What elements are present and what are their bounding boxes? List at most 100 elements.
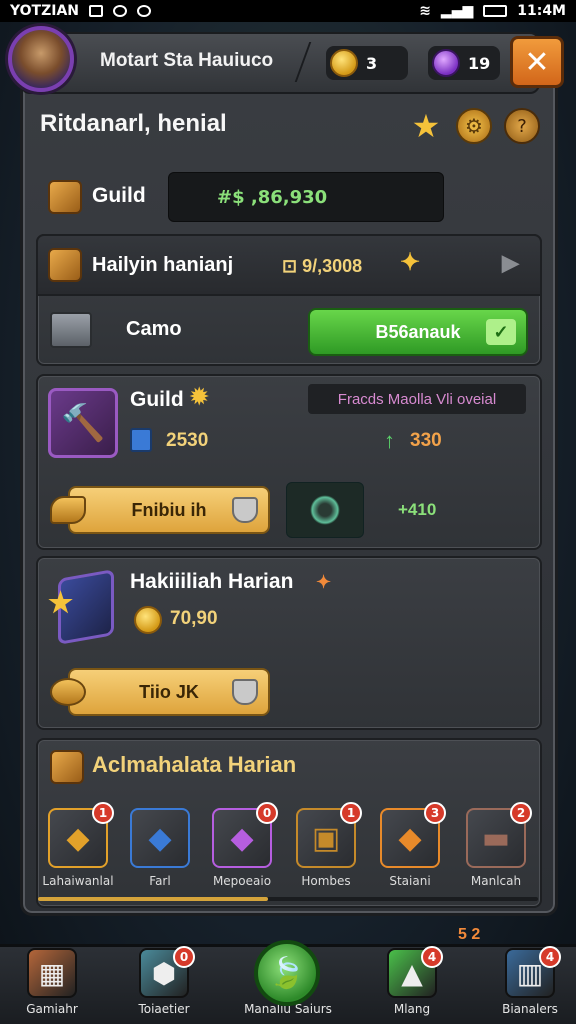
section-guild-title: Guild <box>130 388 184 411</box>
rewards-progress-fill <box>38 897 268 901</box>
wing-icon <box>50 496 86 524</box>
sparkle-icon: ✦ <box>400 249 421 276</box>
guild-value: #$ ,86,930 <box>217 186 328 208</box>
shield-icon <box>232 497 258 523</box>
notification-icon <box>89 5 104 17</box>
status-time: 11:4M <box>517 3 566 19</box>
top-bar-title: Motart Sta Hauiuco <box>100 50 274 71</box>
player-avatar[interactable] <box>8 26 74 92</box>
leaf-icon: 🍃 <box>268 955 306 991</box>
nav-label: Bianalers <box>502 1002 558 1016</box>
swirl-icon <box>310 495 340 525</box>
reward-badge: 2 <box>510 802 532 824</box>
battery-icon <box>483 5 508 17</box>
reward-badge: 3 <box>424 802 446 824</box>
reward-label: Staiani <box>389 874 431 888</box>
nav-item-5[interactable]: ▥ 4 Bianalers <box>482 946 576 1022</box>
gear-icon[interactable]: ⚙ <box>456 108 492 144</box>
reward-item-icon: ▬ <box>481 820 511 856</box>
close-icon: ✕ <box>524 44 550 80</box>
guild-label: Guild <box>92 184 146 207</box>
guild-value-field: #$ ,86,930 <box>168 172 444 222</box>
reward-badge: 0 <box>256 802 278 824</box>
gem-counter[interactable]: 19 <box>428 46 500 80</box>
reward-slot-4[interactable]: ▣ 1 <box>296 802 362 868</box>
guild-action-label: Fnibiu ih <box>131 499 207 520</box>
reward-slot-1[interactable]: ◆ 1 <box>48 802 114 868</box>
status-left-text: YOTZIAN <box>10 3 80 19</box>
help-icon[interactable]: ? <box>504 108 540 144</box>
section-guild-stat: 2530 <box>166 430 209 451</box>
close-button[interactable]: ✕ <box>510 36 564 88</box>
section-hakiiiliah-value: 70,90 <box>170 608 218 629</box>
coin-icon-small <box>134 606 162 634</box>
chest-label: Camo <box>126 318 182 340</box>
status-bar: YOTZIAN ≋ ▂▄▆ 11:4M <box>0 0 576 22</box>
section-guild-tag-text: Fracds Maolla Vli oveial <box>337 390 497 408</box>
chevron-right-icon[interactable]: ▶ <box>502 250 519 276</box>
nav-icon: ⬢ 0 <box>139 946 195 998</box>
horn-icon <box>50 678 86 706</box>
nav-label: Mlang <box>393 1002 431 1016</box>
section-rewards-title: Aclmahalata Harian <box>92 752 297 777</box>
shield-icon <box>232 679 258 705</box>
reward-label: Mepoeaio <box>212 874 272 888</box>
claim-button[interactable]: B56anauk ✓ <box>308 308 528 356</box>
nav-item-4[interactable]: ▲ 4 Mlang <box>364 946 460 1022</box>
claim-button-label: B56anauk <box>375 321 461 342</box>
hammer-item-icon[interactable]: 🔨 <box>48 388 118 458</box>
reward-item-icon: ◆ <box>148 820 172 856</box>
reward-label: Farl <box>149 874 171 888</box>
star-icon[interactable]: ★ <box>408 107 444 145</box>
settings-icon <box>137 5 152 17</box>
section-rewards-icon <box>50 750 84 784</box>
section-guild-tag: Fracds Maolla Vli oveial <box>308 384 526 414</box>
slot-value: +410 <box>398 500 437 519</box>
nav-center-button[interactable]: 🍃 <box>254 940 320 1006</box>
section-guild-bonus: 330 <box>410 430 442 451</box>
star-burst-icon: ★ <box>48 587 74 618</box>
reward-item-icon: ◆ <box>66 820 90 856</box>
nav-label: Gamiahr <box>26 1002 78 1016</box>
guild-chest-icon <box>48 180 82 214</box>
reward-slot-2[interactable]: ◆ <box>130 808 190 868</box>
page-title: Ritdanarl, henial <box>40 110 227 137</box>
swirl-slot[interactable] <box>286 482 364 538</box>
hakiiiliah-action-label: Tiio JK <box>139 681 199 702</box>
wifi-icon: ≋ <box>419 3 431 19</box>
nav-icon: ▲ 4 <box>387 946 443 998</box>
nav-item-2[interactable]: ⬢ 0 Toiaetier <box>116 946 212 1022</box>
blue-gem-icon <box>130 428 152 452</box>
check-icon: ✓ <box>486 319 516 345</box>
nav-label: Toiaetier <box>138 1002 190 1016</box>
signal-icon: ▂▄▆ <box>440 3 474 19</box>
nav-badge: 4 <box>421 946 443 968</box>
flame-icon: ✹ <box>190 384 209 409</box>
reward-label: Lahaiwanlal <box>42 874 114 888</box>
reward-slot-3[interactable]: ◆ 0 <box>212 802 278 868</box>
guild-action-button[interactable]: Fnibiu ih <box>50 486 270 534</box>
reward-item-icon: ◆ <box>230 820 254 856</box>
coin-count: 3 <box>366 53 378 73</box>
rewards-counter: 5 2 <box>458 926 481 943</box>
app-icon <box>113 5 128 17</box>
reward-slot-6[interactable]: ▬ 2 <box>466 802 532 868</box>
gem-count: 19 <box>468 53 491 73</box>
reward-badge: 1 <box>340 802 362 824</box>
nav-badge: 0 <box>173 946 195 968</box>
nav-badge: 4 <box>539 946 561 968</box>
reward-slot-5[interactable]: ◆ 3 <box>380 802 446 868</box>
gem-icon <box>432 49 460 77</box>
rewards-progress-bar <box>38 897 538 901</box>
section-hakiiiliah-title: Hakiiiliah Harian <box>130 570 294 593</box>
nav-icon: ▥ 4 <box>505 946 561 998</box>
nav-item-1[interactable]: ▦ Gamiahr <box>4 948 100 1022</box>
coin-counter[interactable]: 3 <box>326 46 408 80</box>
spark-icon: ✦ <box>316 572 332 592</box>
reward-label: Hombes <box>301 874 351 888</box>
arrow-up-icon: ↑ <box>384 428 395 453</box>
nav-icon: ▦ <box>27 948 77 998</box>
section-daily-value: ⊡ 9/,3008 <box>282 256 363 276</box>
hakiiiliah-action-button[interactable]: Tiio JK <box>50 668 270 716</box>
reward-badge: 1 <box>92 802 114 824</box>
